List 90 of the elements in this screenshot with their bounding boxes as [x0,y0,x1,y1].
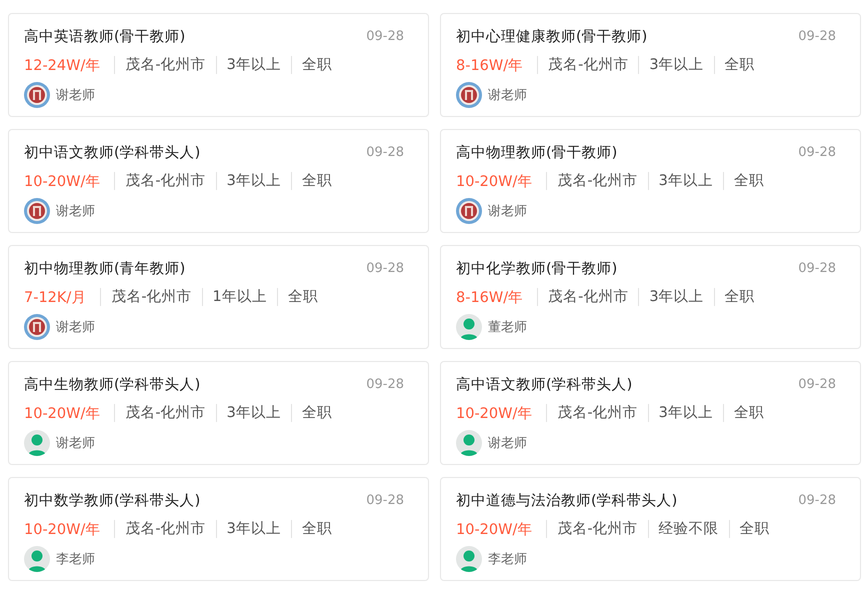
user-avatar-icon [24,546,50,572]
job-tag: 全职 [276,288,328,306]
salary: 10-20W/年 [456,404,534,422]
user-avatar-icon [456,430,482,456]
job-card[interactable]: 初中语文教师(学科带头人) 09-28 10-20W/年 茂名-化州市 3年以上 全职 谢老师 [8,129,429,233]
post-date: 09-28 [798,492,836,508]
school-emblem-icon [456,82,482,108]
salary: 8-16W/年 [456,56,524,74]
job-tag: 茂名-化州市 [114,520,216,538]
post-date: 09-28 [366,28,404,44]
contact-name: 谢老师 [488,87,527,104]
salary: 10-20W/年 [24,520,102,538]
contact-name: 谢老师 [56,319,95,336]
job-tag: 茂名-化州市 [537,56,638,74]
post-date: 09-28 [798,376,836,392]
contact-name: 李老师 [488,551,527,568]
job-title: 高中物理教师(骨干教师) [456,144,618,162]
job-tag: 3年以上 [648,404,723,422]
job-tag: 经验不限 [648,520,729,538]
job-tag: 茂名-化州市 [114,56,216,74]
job-tag: 3年以上 [216,404,291,422]
post-date: 09-28 [366,492,404,508]
post-date: 09-28 [798,28,836,44]
user-avatar-icon [456,314,482,340]
salary: 10-20W/年 [24,172,102,190]
contact-name: 谢老师 [56,435,95,452]
job-tag: 茂名-化州市 [100,288,202,306]
job-card[interactable]: 初中物理教师(青年教师) 09-28 7-12K/月 茂名-化州市 1年以上 全职 谢老师 [8,245,429,349]
job-tag: 全职 [290,172,342,190]
school-emblem-icon [24,82,50,108]
job-title: 初中道德与法治教师(学科带头人) [456,492,678,510]
salary: 10-20W/年 [456,172,534,190]
contact-name: 谢老师 [488,435,527,452]
job-tag: 茂名-化州市 [537,288,638,306]
salary: 12-24W/年 [24,56,102,74]
school-emblem-icon [24,198,50,224]
school-emblem-icon [456,198,482,224]
contact-name: 谢老师 [56,203,95,220]
job-card[interactable]: 高中英语教师(骨干教师) 09-28 12-24W/年 茂名-化州市 3年以上 全职 谢老师 [8,13,429,117]
job-title: 初中语文教师(学科带头人) [24,144,200,162]
job-tag: 3年以上 [638,56,714,74]
job-title: 初中心理健康教师(骨干教师) [456,28,648,46]
job-card[interactable]: 高中物理教师(骨干教师) 09-28 10-20W/年 茂名-化州市 3年以上 全职 谢老师 [440,129,861,233]
job-title: 高中生物教师(学科带头人) [24,376,200,394]
job-card[interactable]: 初中数学教师(学科带头人) 09-28 10-20W/年 茂名-化州市 3年以上 全职 李老师 [8,477,429,581]
salary: 10-20W/年 [456,520,534,538]
job-tag: 全职 [714,288,765,306]
user-avatar-icon [24,430,50,456]
post-date: 09-28 [366,144,404,160]
job-card[interactable]: 初中心理健康教师(骨干教师) 09-28 8-16W/年 茂名-化州市 3年以上 全职 谢老师 [440,13,861,117]
job-tag: 全职 [714,56,765,74]
job-card[interactable]: 初中化学教师(骨干教师) 09-28 8-16W/年 茂名-化州市 3年以上 全职 董老师 [440,245,861,349]
job-title: 高中英语教师(骨干教师) [24,28,186,46]
job-tag: 3年以上 [216,56,291,74]
job-title: 高中语文教师(学科带头人) [456,376,632,394]
salary: 8-16W/年 [456,288,524,306]
contact-name: 谢老师 [56,87,95,104]
contact-name: 李老师 [56,551,95,568]
job-tag: 3年以上 [216,172,291,190]
post-date: 09-28 [366,260,404,276]
post-date: 09-28 [798,144,836,160]
job-tag: 全职 [290,404,342,422]
salary: 7-12K/月 [24,288,88,306]
school-emblem-icon [24,314,50,340]
user-avatar-icon [456,546,482,572]
job-tag: 茂名-化州市 [546,404,648,422]
job-card[interactable]: 初中道德与法治教师(学科带头人) 09-28 10-20W/年 茂名-化州市 经验不限 全职 李老师 [440,477,861,581]
post-date: 09-28 [798,260,836,276]
job-tag: 全职 [290,520,342,538]
job-tag: 全职 [722,172,774,190]
job-tag: 茂名-化州市 [546,172,648,190]
job-card[interactable]: 高中生物教师(学科带头人) 09-28 10-20W/年 茂名-化州市 3年以上 全职 谢老师 [8,361,429,465]
job-tag: 茂名-化州市 [114,172,216,190]
job-tag: 全职 [290,56,342,74]
job-tag: 3年以上 [638,288,714,306]
job-title: 初中数学教师(学科带头人) [24,492,200,510]
contact-name: 董老师 [488,319,527,336]
job-tag: 全职 [728,520,780,538]
job-tag: 1年以上 [202,288,277,306]
job-tag: 茂名-化州市 [114,404,216,422]
job-tag: 茂名-化州市 [546,520,648,538]
job-tag: 3年以上 [216,520,291,538]
job-card[interactable]: 高中语文教师(学科带头人) 09-28 10-20W/年 茂名-化州市 3年以上 全职 谢老师 [440,361,861,465]
contact-name: 谢老师 [488,203,527,220]
job-tag: 3年以上 [648,172,723,190]
job-title: 初中物理教师(青年教师) [24,260,186,278]
job-tag: 全职 [722,404,774,422]
salary: 10-20W/年 [24,404,102,422]
job-title: 初中化学教师(骨干教师) [456,260,618,278]
post-date: 09-28 [366,376,404,392]
